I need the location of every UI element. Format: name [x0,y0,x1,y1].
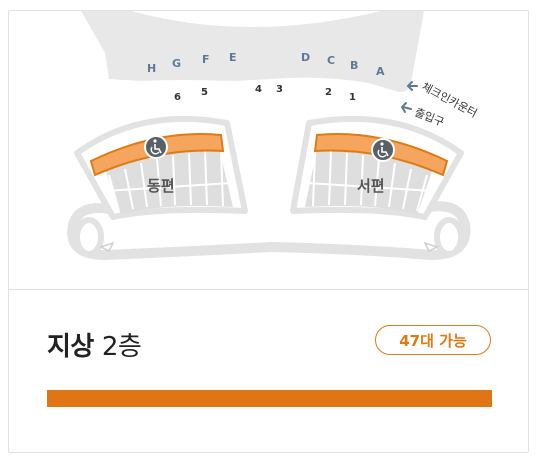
gate-label-c: C [327,54,335,67]
gate-number-1: 1 [349,92,356,103]
entrance-arrow-icon [400,102,412,113]
parking-map: H G F E D C B A 6 5 4 3 2 1 체크인카운터 출입구 동… [9,11,528,289]
east-parking-zone[interactable]: 동편 [74,115,248,220]
gate-label-b: B [350,59,358,72]
availability-badge[interactable]: 47대 가능 [375,325,491,355]
wheelchair-icon [371,138,395,162]
west-zone-label: 서편 [357,177,385,195]
gate-label-e: E [229,51,237,64]
gate-label-f: F [202,53,210,66]
right-ramp-icon [423,217,464,257]
gate-number-2: 2 [325,87,332,98]
entrance-label: 출입구 [413,106,446,129]
availability-bar [47,390,492,407]
floor-number: 2층 [101,332,142,362]
floor-info: 지상 2층 47대 가능 [9,290,528,452]
gate-label-g: G [172,57,181,70]
parking-floor-card: H G F E D C B A 6 5 4 3 2 1 체크인카운터 출입구 동… [8,10,529,453]
gate-label-d: D [301,51,310,64]
gate-number-4: 4 [255,84,262,95]
left-ramp-icon [74,217,115,257]
gate-number-6: 6 [174,92,181,103]
gate-number-5: 5 [201,87,208,98]
floor-title: 지상 2층 [47,326,142,363]
wheelchair-icon [144,135,168,159]
availability-bar-fill [47,390,492,407]
west-parking-zone[interactable]: 서편 [290,115,464,220]
gate-label-h: H [147,62,156,75]
gate-number-3: 3 [276,84,283,95]
gate-label-a: A [376,65,385,78]
floor-name: 지상 [47,332,94,362]
east-zone-label: 동편 [147,177,175,195]
